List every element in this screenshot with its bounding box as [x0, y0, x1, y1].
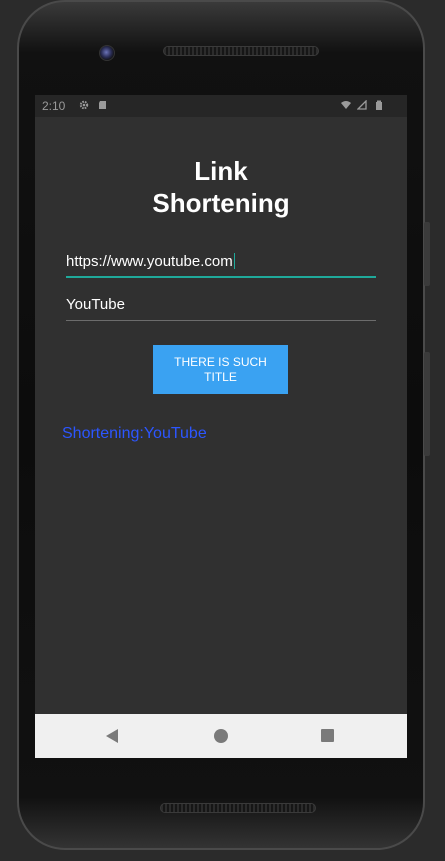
phone-screen: 2:10 Link Shortening https://www.youtube… — [35, 95, 407, 758]
navigation-bar — [35, 714, 407, 758]
wifi-icon — [341, 101, 351, 109]
page-title-line-2: Shortening — [152, 188, 290, 218]
title-input-value: YouTube — [66, 296, 125, 313]
battery-icon — [376, 100, 382, 110]
bottom-speaker — [160, 803, 316, 813]
title-input[interactable]: YouTube — [66, 295, 376, 321]
front-camera — [99, 45, 115, 61]
earpiece-speaker — [163, 46, 319, 56]
back-icon[interactable] — [105, 728, 119, 744]
page-title: Link Shortening — [35, 155, 407, 219]
power-button[interactable] — [424, 222, 430, 286]
recents-icon[interactable] — [321, 729, 334, 742]
title-check-button-label: THERE IS SUCH TITLE — [174, 354, 267, 384]
page-title-line-1: Link — [194, 156, 248, 186]
home-icon[interactable] — [214, 729, 228, 743]
volume-button[interactable] — [424, 352, 430, 456]
url-input[interactable]: https://www.youtube.com — [66, 252, 376, 278]
shortening-result: Shortening:YouTube — [62, 425, 207, 442]
sd-card-icon — [99, 101, 106, 109]
status-bar: 2:10 — [35, 95, 407, 117]
status-time: 2:10 — [42, 99, 66, 113]
gear-icon — [79, 100, 89, 110]
text-cursor — [233, 253, 235, 269]
signal-icon — [357, 100, 367, 110]
title-check-button[interactable]: THERE IS SUCH TITLE — [153, 345, 288, 394]
url-input-value: https://www.youtube.com — [66, 253, 233, 270]
